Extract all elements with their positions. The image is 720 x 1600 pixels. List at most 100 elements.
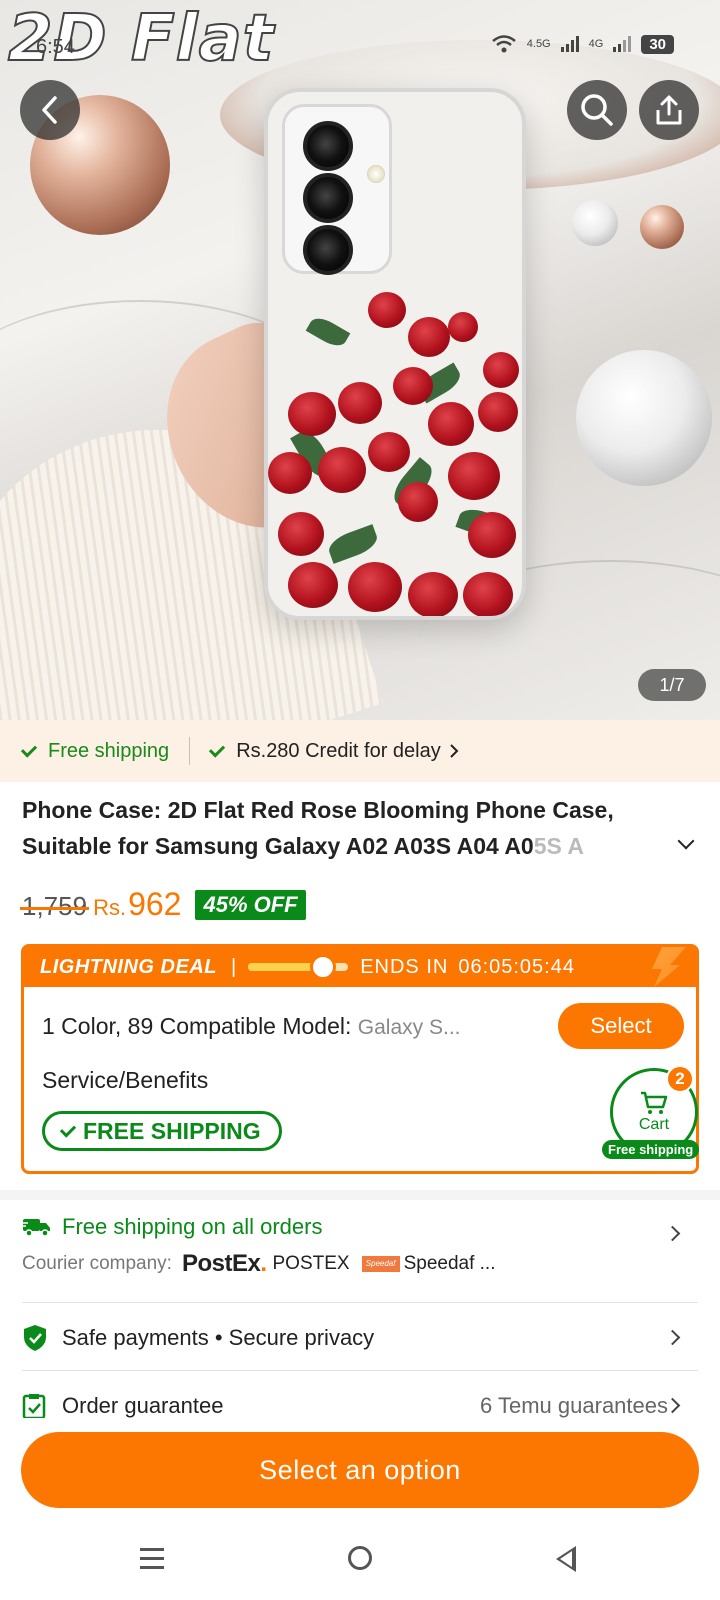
product-title: Phone Case: 2D Flat Red Rose Blooming Ph… <box>22 792 662 864</box>
share-button[interactable] <box>639 80 699 140</box>
product-image-carousel[interactable]: 2D Flat 6:54 4.5G 4G 30 1/7 <box>0 0 720 720</box>
rose <box>288 392 336 436</box>
divider <box>22 1302 698 1303</box>
wifi-icon <box>491 35 516 53</box>
camera-module <box>282 104 392 275</box>
postex-logo-dot: . <box>260 1250 267 1277</box>
home-icon[interactable] <box>348 1546 372 1570</box>
rose <box>393 367 433 405</box>
lightning-bolt-icon <box>652 947 686 987</box>
free-shipping-tag-label: FREE SHIPPING <box>83 1117 261 1144</box>
shipping-banner[interactable]: Free shipping Rs.280 Credit for delay <box>0 720 720 782</box>
signal-icon <box>560 36 579 52</box>
signal-icon <box>613 36 632 52</box>
rose <box>463 572 513 616</box>
rose <box>398 482 438 522</box>
rose <box>478 392 518 432</box>
postex-logo: PostEx. <box>182 1250 267 1278</box>
safe-payments-row[interactable]: Safe payments • Secure privacy <box>22 1318 698 1358</box>
back-button[interactable] <box>20 80 80 140</box>
variant-value: Galaxy S... <box>357 1016 461 1039</box>
section-separator <box>0 1190 720 1200</box>
courier-speedaf: Speedaf ... <box>403 1253 496 1274</box>
leaf <box>325 524 381 564</box>
ends-in-label: ENDS IN <box>360 955 449 978</box>
camera-lens-icon <box>303 173 353 223</box>
camera-lens-icon <box>303 225 353 275</box>
variant-label: 1 Color, 89 Compatible Model: <box>42 1013 352 1039</box>
cart-free-shipping-note: Free shipping <box>602 1140 700 1159</box>
status-icons: 4.5G 4G 30 <box>491 34 674 54</box>
service-benefits-label: Service/Benefits <box>42 1067 209 1093</box>
back-triangle-icon[interactable] <box>556 1546 576 1572</box>
lightning-deal-header: LIGHTNING DEAL | ENDS IN 06:05:05:44 <box>24 947 696 987</box>
select-option-button[interactable]: Select an option <box>21 1432 699 1508</box>
recent-apps-icon[interactable] <box>140 1548 164 1575</box>
postex-logo-text: PostEx <box>181 1250 261 1277</box>
bottom-bar: Select an option <box>0 1418 720 1600</box>
original-price: 1,759 <box>19 891 90 921</box>
price-row: 1,759 Rs. 962 45% OFF <box>19 886 306 923</box>
image-counter: 1/7 <box>638 669 706 701</box>
deal-progress-bar <box>248 954 349 980</box>
marble-sphere <box>576 350 712 486</box>
order-guarantee-label: Order guarantee <box>62 1393 224 1418</box>
rose <box>468 512 516 558</box>
rose-gold-sphere-small <box>640 205 684 249</box>
currency-label: Rs. <box>93 895 127 920</box>
free-shipping-label: Free shipping <box>48 739 170 762</box>
search-button[interactable] <box>567 80 627 140</box>
network-label: 4.5G <box>526 38 551 50</box>
product-title-text: Phone Case: 2D Flat Red Rose Blooming Ph… <box>22 797 614 859</box>
rose <box>338 382 382 424</box>
safe-payments-label: Safe payments • Secure privacy <box>62 1325 375 1350</box>
deal-separator: | <box>231 955 237 978</box>
leaf <box>305 313 351 351</box>
marble-sphere-small <box>572 200 618 246</box>
rose <box>348 562 402 612</box>
delay-credit-label: Rs.280 Credit for delay <box>236 739 441 762</box>
clipboard-check-icon <box>22 1394 46 1419</box>
rose <box>483 352 519 388</box>
courier-label: Courier company: <box>22 1253 172 1274</box>
rose <box>318 447 366 493</box>
checkmark-icon <box>209 740 226 758</box>
product-title-fade: 5S A <box>533 833 585 859</box>
divider <box>22 1370 698 1371</box>
rose <box>448 312 478 342</box>
phone-case-photo <box>264 88 526 620</box>
search-icon <box>581 94 613 126</box>
courier-postex: POSTEX <box>272 1253 350 1274</box>
rose <box>288 562 338 608</box>
rose <box>368 432 410 472</box>
select-variant-button[interactable]: Select <box>558 1003 684 1049</box>
lightning-deal-card: LIGHTNING DEAL | ENDS IN 06:05:05:44 1 C… <box>21 944 699 1174</box>
cart-icon <box>641 1091 668 1114</box>
deal-countdown: 06:05:05:44 <box>458 955 575 978</box>
truck-icon <box>22 1219 50 1237</box>
checkmark-icon <box>59 1120 77 1138</box>
chevron-right-icon <box>664 1329 681 1346</box>
rose <box>428 402 474 446</box>
shield-check-icon <box>24 1325 46 1351</box>
share-icon <box>656 95 682 125</box>
rose <box>268 452 312 494</box>
chevron-left-icon <box>42 96 57 124</box>
discount-badge: 45% OFF <box>195 889 306 920</box>
rose <box>278 512 324 556</box>
divider <box>189 737 191 765</box>
camera-lens-icon <box>303 121 353 171</box>
status-time: 6:54 <box>36 36 75 58</box>
cart-label: Cart <box>638 1116 670 1133</box>
battery-icon: 30 <box>641 34 674 54</box>
expand-title-chevron-icon[interactable] <box>677 832 695 850</box>
free-shipping-row[interactable]: Free shipping on all orders Courier comp… <box>22 1214 698 1294</box>
current-price: 962 <box>128 886 182 922</box>
checkmark-icon <box>20 740 38 758</box>
lightning-deal-label: LIGHTNING DEAL <box>40 955 217 978</box>
rose <box>408 317 450 357</box>
variant-row[interactable]: 1 Color, 89 Compatible Model: Galaxy S..… <box>42 1013 460 1040</box>
courier-row: Courier company: PostEx. POSTEX Speedaf … <box>22 1250 698 1278</box>
guarantee-count: 6 Temu guarantees <box>480 1393 668 1418</box>
chevron-right-icon <box>450 744 459 758</box>
